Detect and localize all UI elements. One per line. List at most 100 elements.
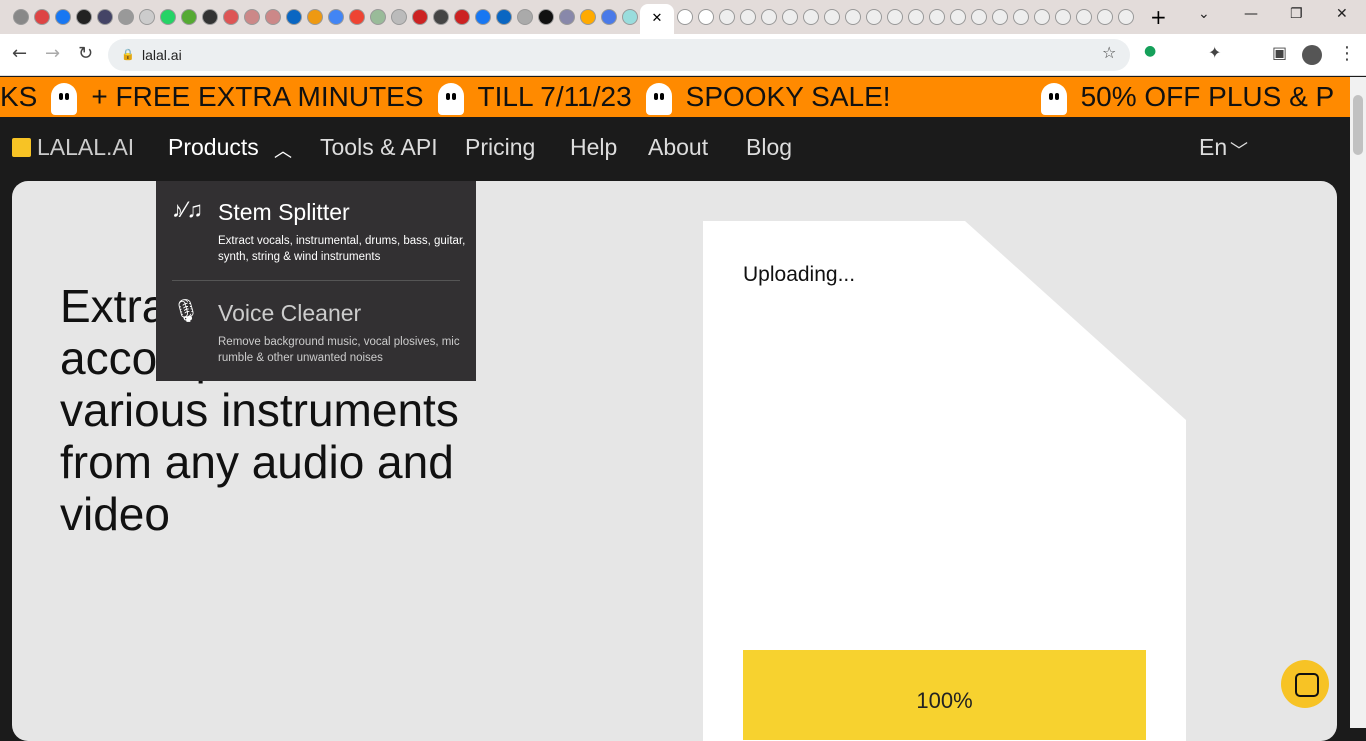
extensions-icon[interactable]: ✦ (1208, 43, 1221, 62)
ghost-icon (437, 82, 464, 115)
url-input[interactable]: 🔒 lalal.ai (108, 39, 1130, 71)
tab-icon[interactable] (1033, 9, 1050, 25)
language-select[interactable]: En (1199, 134, 1227, 161)
banner-text: KS (0, 81, 38, 112)
tab-search-icon[interactable]: ⌄ (1198, 6, 1210, 22)
facebook-tab-icon[interactable] (54, 9, 71, 25)
grammarly-icon[interactable]: ● (1144, 43, 1156, 59)
menu-item-desc: Extract vocals, instrumental, drums, bas… (218, 235, 466, 263)
tab-icon[interactable] (886, 9, 903, 25)
url-text: lalal.ai (142, 47, 182, 63)
chevron-up-icon: ︿ (274, 141, 292, 161)
back-icon[interactable]: ← (12, 43, 27, 64)
logo[interactable]: LALAL.AI (37, 134, 134, 161)
chrome-tab-icon[interactable] (12, 9, 29, 25)
bookmark-star-icon[interactable]: ☆ (1102, 43, 1116, 62)
nav-tools-api[interactable]: Tools & API (320, 134, 438, 161)
tab-icon[interactable] (928, 9, 945, 25)
menu-icon[interactable]: ⋮ (1338, 43, 1356, 64)
linkedin-tab-icon[interactable] (495, 9, 512, 25)
scrollbar[interactable] (1350, 77, 1366, 728)
scrollbar-thumb[interactable] (1353, 95, 1363, 155)
banner-text: SPOOKY SALE! (685, 81, 891, 112)
app-tab-icon[interactable] (243, 9, 260, 25)
g-tab-icon[interactable] (453, 9, 470, 25)
menu-item-desc: Remove background music, vocal plosives,… (218, 336, 460, 364)
app-tab-icon[interactable] (516, 9, 533, 25)
chat-button[interactable] (1281, 660, 1329, 708)
drive-tab-icon[interactable] (579, 9, 596, 25)
upload-status: Uploading... (743, 263, 856, 286)
promo-banner[interactable]: KS + FREE EXTRA MINUTES TILL 7/11/23 SPOOKY… (0, 77, 1350, 117)
logo-icon (12, 138, 31, 157)
text-tab-icon[interactable] (201, 9, 218, 25)
site-nav: LALAL.AI Products ︿ Tools & API Pricing … (0, 117, 1350, 181)
app-tab-icon[interactable] (222, 9, 239, 25)
docs-tab-icon[interactable] (600, 9, 617, 25)
tab-icon[interactable] (1117, 9, 1134, 25)
facebook-tab-icon[interactable] (474, 9, 491, 25)
banner-text: + FREE EXTRA MINUTES (91, 81, 424, 112)
tab-icon[interactable] (802, 9, 819, 25)
app-tab-icon[interactable] (264, 9, 281, 25)
menu-item-title: Voice Cleaner (218, 300, 362, 326)
nav-help[interactable]: Help (570, 134, 617, 161)
tab-icon[interactable] (1075, 9, 1092, 25)
asda-tab-icon[interactable] (180, 9, 197, 25)
linkedin-tab-icon[interactable] (285, 9, 302, 25)
app-tab-icon[interactable] (537, 9, 554, 25)
tab-icon[interactable] (760, 9, 777, 25)
side-panel-icon[interactable]: ▣ (1272, 43, 1287, 62)
tab-icon[interactable] (970, 9, 987, 25)
nav-about[interactable]: About (648, 134, 708, 161)
tab-icon[interactable] (1012, 9, 1029, 25)
maps-tab-icon[interactable] (348, 9, 365, 25)
tab-strip: ✕ + (0, 0, 1366, 34)
close-tab-icon[interactable]: ✕ (652, 11, 663, 26)
tab-icon[interactable] (676, 9, 693, 25)
gmail-tab-icon[interactable] (33, 9, 50, 25)
si-tab-icon[interactable] (432, 9, 449, 25)
docs-tab-icon[interactable] (390, 9, 407, 25)
music-tab-icon[interactable] (75, 9, 92, 25)
music-notes-icon: ♪⁄♫ (172, 197, 204, 222)
active-tab[interactable]: ✕ (640, 4, 674, 34)
microphone-icon: 🎙 (172, 298, 200, 323)
restore-button[interactable]: ❐ (1290, 6, 1303, 22)
nav-products[interactable]: Products (168, 134, 259, 161)
nav-blog[interactable]: Blog (746, 134, 792, 161)
idr-tab-icon[interactable] (369, 9, 386, 25)
app-tab-icon[interactable] (117, 9, 134, 25)
tab-icon[interactable] (739, 9, 756, 25)
ghost-icon (645, 82, 672, 115)
app-tab-icon[interactable] (558, 9, 575, 25)
reload-icon[interactable]: ↻ (78, 43, 93, 64)
tab-icon[interactable] (844, 9, 861, 25)
slack-tab-icon[interactable] (306, 9, 323, 25)
banner-text: TILL 7/11/23 (477, 81, 632, 112)
minimize-button[interactable]: — (1244, 6, 1258, 22)
nav-pricing[interactable]: Pricing (465, 134, 535, 161)
tab-icon[interactable] (718, 9, 735, 25)
profile-avatar[interactable] (1302, 45, 1322, 65)
whatsapp-tab-icon[interactable] (159, 9, 176, 25)
tab-icon[interactable] (823, 9, 840, 25)
tab-icon[interactable] (1096, 9, 1113, 25)
tab-icon[interactable] (907, 9, 924, 25)
tab-icon[interactable] (697, 9, 714, 25)
new-tab-button[interactable]: + (1150, 5, 1167, 29)
upload-progress-bar: 100% (743, 650, 1146, 740)
app-tab-icon[interactable] (96, 9, 113, 25)
g-tab-icon[interactable] (411, 9, 428, 25)
app-tab-icon[interactable] (621, 9, 638, 25)
tab-icon[interactable] (781, 9, 798, 25)
tab-icon[interactable] (865, 9, 882, 25)
app-tab-icon[interactable] (138, 9, 155, 25)
close-window-button[interactable]: ✕ (1336, 6, 1348, 22)
tab-icon[interactable] (991, 9, 1008, 25)
google-tab-icon[interactable] (327, 9, 344, 25)
forward-icon[interactable]: → (45, 43, 60, 64)
tab-icon[interactable] (1054, 9, 1071, 25)
tab-icon[interactable] (949, 9, 966, 25)
lock-icon: 🔒 (121, 49, 135, 61)
